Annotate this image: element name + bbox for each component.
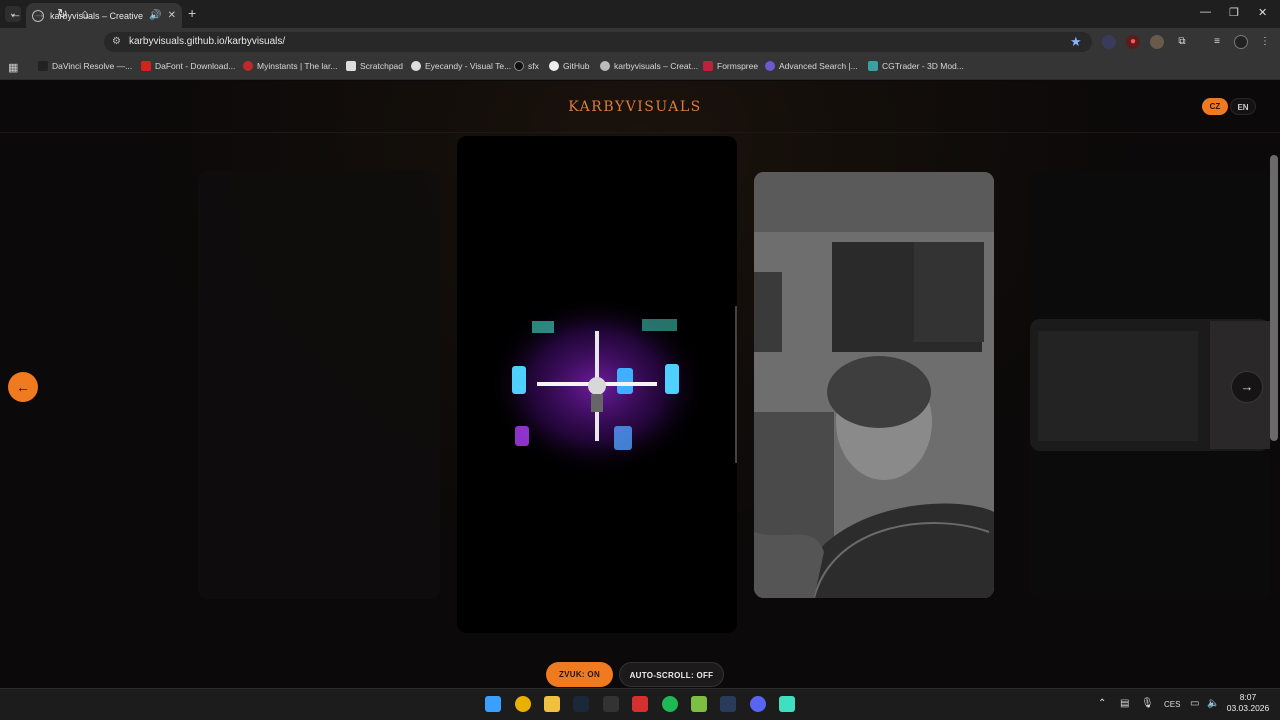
apps-grid-icon[interactable]: ▦ <box>8 61 18 74</box>
clock-date: 03.03.2026 <box>1226 703 1270 713</box>
advanced-search-icon <box>765 61 775 71</box>
menu-kebab-icon[interactable]: ⋮ <box>1258 35 1272 49</box>
system-clock[interactable]: 8:07 03.03.2026 <box>1226 692 1270 714</box>
photo-preview <box>754 172 994 598</box>
volume-icon[interactable]: 🔈 <box>1207 698 1219 709</box>
carousel-card-active[interactable] <box>457 136 737 633</box>
carousel-next-button[interactable]: → <box>1231 371 1263 403</box>
dafont-icon <box>141 61 151 71</box>
bookmark-advanced-search[interactable]: Advanced Search |... <box>765 61 858 71</box>
url-text[interactable]: karbyvisuals.github.io/karbyvisuals/ <box>129 36 285 47</box>
bookmark-formspree[interactable]: Formspree <box>703 61 758 71</box>
speaker-icon[interactable]: 🔊 <box>149 10 161 21</box>
site-info-icon[interactable]: ⚙ <box>112 36 121 47</box>
tray-app-icon[interactable]: ▤ <box>1120 698 1129 709</box>
eyecandy-icon <box>411 61 421 71</box>
globe-icon <box>600 61 610 71</box>
bookmark-eyecandy[interactable]: Eyecandy - Visual Te... <box>411 61 511 71</box>
page-scrollbar[interactable] <box>1270 155 1278 441</box>
scratchpad-icon <box>346 61 356 71</box>
lang-cz-button[interactable]: CZ <box>1202 98 1228 115</box>
clock-time: 8:07 <box>1239 692 1257 702</box>
restore-button[interactable]: ❐ <box>1229 6 1239 19</box>
web-page: KARBYVISUALS CZ EN ← → ZVUK: ON AUTO-SCR… <box>0 81 1280 688</box>
extension-icon[interactable] <box>1102 35 1116 49</box>
active-tab[interactable]: karbyvisuals – Creative Studio 🔊 ✕ <box>26 3 182 28</box>
carousel-card-previous[interactable] <box>198 171 440 599</box>
discord-icon[interactable] <box>750 696 766 712</box>
chrome-icon[interactable] <box>515 696 531 712</box>
input-language[interactable]: CES <box>1164 700 1180 709</box>
steam-icon[interactable] <box>573 696 589 712</box>
video-frame <box>487 296 707 476</box>
avatar[interactable] <box>1234 35 1248 49</box>
bookmark-karbyvisuals[interactable]: karbyvisuals – Creat... <box>600 61 698 71</box>
brand-logo[interactable]: KARBYVISUALS <box>0 99 1270 115</box>
carousel-card-next[interactable] <box>754 172 994 598</box>
sound-toggle-button[interactable]: ZVUK: ON <box>546 662 613 687</box>
github-icon <box>549 61 559 71</box>
bookmark-dafont[interactable]: DaFont - Download... <box>141 61 235 71</box>
reading-list-icon[interactable]: ≡ <box>1210 35 1224 49</box>
lang-en-button[interactable]: EN <box>1230 98 1256 115</box>
green-app-icon[interactable] <box>691 696 707 712</box>
network-icon[interactable]: ▭ <box>1190 698 1199 709</box>
bookmark-cgtrader[interactable]: CGTrader - 3D Mod... <box>868 61 964 71</box>
minimize-button[interactable]: — <box>1200 6 1211 18</box>
bookmark-star-icon[interactable]: ★ <box>1070 34 1082 50</box>
davinci-taskbar-icon[interactable] <box>720 696 736 712</box>
close-window-button[interactable]: ✕ <box>1258 6 1267 19</box>
site-header: KARBYVISUALS CZ EN <box>0 81 1280 133</box>
autoscroll-toggle-button[interactable]: AUTO-SCROLL: OFF <box>619 662 724 687</box>
forward-button[interactable]: → <box>33 6 46 22</box>
video-progress-bar[interactable] <box>735 306 737 463</box>
bookmark-myinstants[interactable]: Myinstants | The lar... <box>243 61 337 71</box>
file-explorer-icon[interactable] <box>544 696 560 712</box>
bookmark-davinci[interactable]: DaVinci Resolve —... <box>38 61 132 71</box>
profile-extension-icon[interactable] <box>1150 35 1164 49</box>
red-app-icon[interactable] <box>632 696 648 712</box>
bookmark-scratchpad[interactable]: Scratchpad <box>346 61 403 71</box>
myinstants-icon <box>243 61 253 71</box>
new-tab-button[interactable]: + <box>188 6 196 20</box>
home-button[interactable]: ⌂ <box>81 6 89 22</box>
epic-games-icon[interactable] <box>603 696 619 712</box>
carousel-prev-button[interactable]: ← <box>8 372 38 402</box>
tray-overflow-icon[interactable]: ⌃ <box>1098 698 1106 709</box>
davinci-icon <box>38 61 48 71</box>
microphone-icon[interactable]: 🎙 <box>1141 698 1154 709</box>
teal-app-icon[interactable] <box>779 696 795 712</box>
reload-button[interactable]: ↻ <box>57 6 68 22</box>
windows-start-icon[interactable] <box>485 696 501 712</box>
cgtrader-icon <box>868 61 878 71</box>
bookmark-github[interactable]: GitHub <box>549 61 589 71</box>
extensions-puzzle-icon[interactable]: ⧉ <box>1175 35 1189 49</box>
bookmark-sfx[interactable]: sfx <box>514 61 539 71</box>
back-button[interactable]: ← <box>9 6 22 22</box>
close-tab-icon[interactable]: ✕ <box>168 10 176 21</box>
sfx-icon <box>514 61 524 71</box>
formspree-icon <box>703 61 713 71</box>
spotify-icon[interactable] <box>662 696 678 712</box>
adblock-icon[interactable]: ● <box>1126 35 1140 49</box>
